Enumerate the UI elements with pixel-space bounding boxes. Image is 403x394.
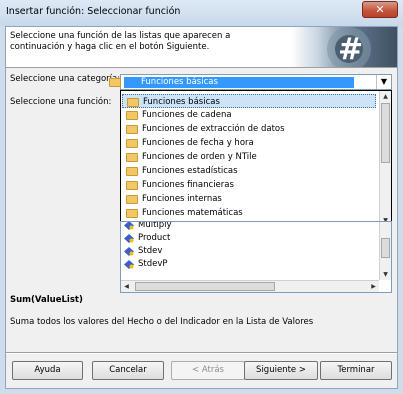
function-icon: [124, 234, 134, 243]
folder-icon: [126, 167, 138, 176]
folder-icon: [126, 139, 138, 148]
folder-icon: [126, 125, 138, 134]
function-description: Suma todos los valores del Hecho o del I…: [10, 317, 314, 327]
list-item[interactable]: Stdev: [124, 245, 162, 258]
back-button[interactable]: < Atrás: [171, 361, 245, 380]
banner-instruction: Seleccione una función de las listas que…: [10, 31, 231, 52]
list-item[interactable]: Product: [124, 232, 170, 245]
function-list[interactable]: Multiply Product Stdev StdevP ▼ ◀ ▶: [120, 221, 392, 293]
next-button[interactable]: Siguiente >: [244, 361, 318, 380]
function-icon: [124, 260, 134, 269]
option-label: Funciones de fecha y hora: [142, 138, 254, 148]
function-label: Seleccione una función:: [10, 97, 112, 107]
option-label: Funciones financieras: [142, 180, 234, 190]
scroll-right-icon[interactable]: ▶: [368, 281, 379, 292]
option-label: Funciones matemáticas: [142, 208, 243, 218]
option-label: Funciones de extracción de datos: [142, 124, 285, 134]
scroll-up-icon[interactable]: ▲: [380, 91, 391, 102]
help-button[interactable]: Ayuda: [12, 361, 83, 380]
list-item-label: Stdev: [138, 246, 163, 256]
option-label: Funciones de cadena: [142, 110, 232, 120]
category-dropdown-list: Funciones básicas Funciones de cadena Fu…: [120, 90, 392, 227]
category-label: Seleccione una categoría:: [10, 74, 121, 84]
list-item-label: Multiply: [138, 221, 172, 230]
close-button[interactable]: ✕: [362, 1, 398, 18]
list-item-label: StdevP: [138, 259, 168, 269]
function-signature: Sum(ValueList): [10, 295, 83, 305]
folder-icon: [126, 209, 138, 218]
window-title: Insertar función: Seleccionar función: [6, 6, 181, 17]
folder-icon: [126, 153, 138, 162]
dropdown-option[interactable]: Funciones básicas: [122, 94, 376, 108]
dropdown-option[interactable]: Funciones estadísticas: [122, 164, 376, 178]
folder-icon: [126, 195, 138, 204]
folder-icon: [109, 78, 121, 87]
folder-icon: [127, 98, 139, 107]
scroll-down-icon[interactable]: ▼: [380, 269, 391, 280]
function-icon: [124, 247, 134, 256]
chevron-down-icon[interactable]: ▼: [376, 75, 391, 89]
scroll-thumb[interactable]: [381, 103, 390, 163]
scroll-thumb[interactable]: [135, 282, 275, 291]
title-bar: Insertar función: Seleccionar función ✕: [0, 0, 403, 26]
dropdown-option[interactable]: Funciones de extracción de datos: [122, 122, 376, 136]
category-select[interactable]: Funciones básicas ▼: [109, 74, 392, 90]
separator: [6, 352, 397, 354]
function-list-hscroll[interactable]: ◀ ▶: [121, 280, 379, 292]
banner: Seleccione una función de las listas que…: [6, 27, 397, 68]
scroll-thumb[interactable]: [381, 238, 390, 258]
dropdown-option[interactable]: Funciones de orden y NTile: [122, 150, 376, 164]
dropdown-option[interactable]: Funciones de cadena: [122, 108, 376, 122]
function-list-vscroll[interactable]: ▼: [379, 222, 391, 280]
dropdown-option[interactable]: Funciones financieras: [122, 178, 376, 192]
cancel-button[interactable]: Cancelar: [92, 361, 164, 380]
list-item[interactable]: StdevP: [124, 258, 168, 271]
option-label: Funciones básicas: [143, 97, 220, 107]
option-label: Funciones internas: [142, 194, 222, 204]
option-label: Funciones de orden y NTile: [142, 152, 257, 162]
dropdown-option[interactable]: Funciones matemáticas: [122, 206, 376, 220]
folder-icon: [126, 181, 138, 190]
folder-icon: [126, 111, 138, 120]
option-label: Funciones estadísticas: [142, 166, 238, 176]
banner-gear-image: #: [291, 27, 397, 67]
category-selected: Funciones básicas: [109, 77, 354, 88]
list-item[interactable]: Multiply: [124, 221, 172, 232]
scroll-left-icon[interactable]: ◀: [121, 281, 132, 292]
function-icon: [124, 222, 134, 230]
dropdown-option[interactable]: Funciones internas: [122, 192, 376, 206]
dropdown-scrollbar[interactable]: ▲ ▼: [379, 91, 391, 226]
list-item-label: Product: [138, 233, 171, 243]
svg-text:#: #: [338, 32, 363, 67]
function-hash-icon: #: [327, 27, 371, 67]
finish-button[interactable]: Terminar: [320, 361, 392, 380]
category-selected-text: Funciones básicas: [141, 77, 218, 87]
dialog-client: Seleccione una función de las listas que…: [5, 26, 398, 389]
dropdown-option[interactable]: Funciones de fecha y hora: [122, 136, 376, 150]
